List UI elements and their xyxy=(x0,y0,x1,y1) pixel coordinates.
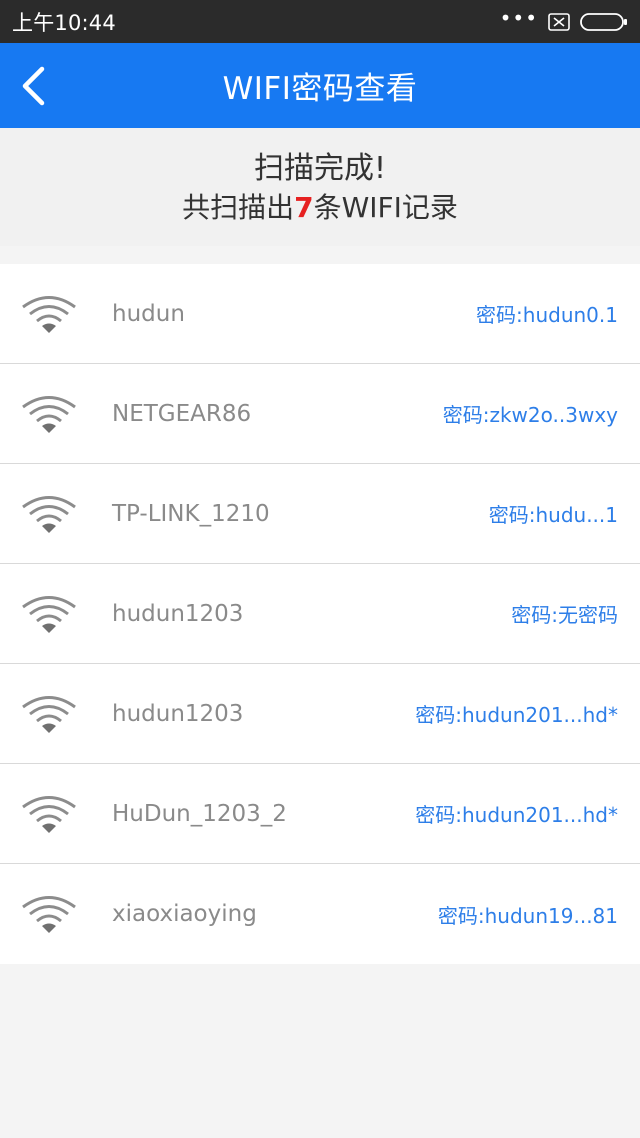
wifi-ssid: TP-LINK_1210 xyxy=(112,500,270,527)
wifi-ssid: NETGEAR86 xyxy=(112,400,252,427)
scan-count-text: 共扫描出7条WIFI记录 xyxy=(182,188,458,228)
wifi-password: 密码:无密码 xyxy=(511,603,618,627)
scan-summary: 扫描完成! 共扫描出7条WIFI记录 xyxy=(0,128,640,246)
wifi-icon xyxy=(22,795,76,833)
wifi-password: 密码:hudun201...hd* xyxy=(415,703,618,727)
sim-card-icon xyxy=(548,12,570,31)
scan-count-number: 7 xyxy=(294,191,314,224)
wifi-password: 密码:zkw2o..3wxy xyxy=(442,403,618,427)
wifi-password: 密码:hudun19...81 xyxy=(437,903,618,928)
wifi-list-item[interactable]: hudun1203 密码:hudun201...hd* xyxy=(0,664,640,764)
section-gap xyxy=(0,246,640,264)
wifi-ssid: HuDun_1203_2 xyxy=(112,800,287,827)
wifi-list-item[interactable]: xiaoxiaoying 密码:hudun19...81 xyxy=(0,864,640,964)
wifi-icon xyxy=(22,495,76,533)
wifi-ssid: hudun1203 xyxy=(112,700,244,727)
more-dots-icon: ••• xyxy=(499,5,538,30)
wifi-icon xyxy=(22,595,76,633)
back-button[interactable] xyxy=(16,64,50,108)
scan-complete-title: 扫描完成! xyxy=(253,151,387,186)
status-icons: ••• xyxy=(500,8,628,32)
wifi-icon xyxy=(22,695,76,733)
wifi-list-item[interactable]: hudun1203 密码:无密码 xyxy=(0,564,640,664)
wifi-list-item[interactable]: hudun 密码:hudun0.1 xyxy=(0,264,640,364)
wifi-list: hudun 密码:hudun0.1 NETGEAR86 密码:zkw2o..3w… xyxy=(0,264,640,964)
page-title: WIFI密码查看 xyxy=(222,71,418,107)
wifi-ssid: hudun xyxy=(112,300,185,327)
wifi-icon xyxy=(22,395,76,433)
wifi-password: 密码:hudun0.1 xyxy=(476,303,618,327)
status-bar: 上午10:44 ••• xyxy=(0,0,640,43)
scan-count-suffix: 条WIFI记录 xyxy=(313,191,458,224)
wifi-list-item[interactable]: HuDun_1203_2 密码:hudun201...hd* xyxy=(0,764,640,864)
wifi-list-item[interactable]: TP-LINK_1210 密码:hudu...1 xyxy=(0,464,640,564)
wifi-icon xyxy=(22,896,76,933)
wifi-ssid: xiaoxiaoying xyxy=(112,901,257,927)
wifi-password: 密码:hudun201...hd* xyxy=(415,803,618,827)
wifi-password: 密码:hudu...1 xyxy=(488,503,618,527)
app-bar: WIFI密码查看 xyxy=(0,43,640,128)
battery-icon xyxy=(580,12,628,32)
chevron-left-icon xyxy=(22,66,45,106)
wifi-ssid: hudun1203 xyxy=(112,600,244,627)
wifi-list-item[interactable]: NETGEAR86 密码:zkw2o..3wxy xyxy=(0,364,640,464)
scan-count-prefix: 共扫描出 xyxy=(182,191,295,224)
wifi-icon xyxy=(22,295,76,333)
status-time: 上午10:44 xyxy=(12,10,116,35)
